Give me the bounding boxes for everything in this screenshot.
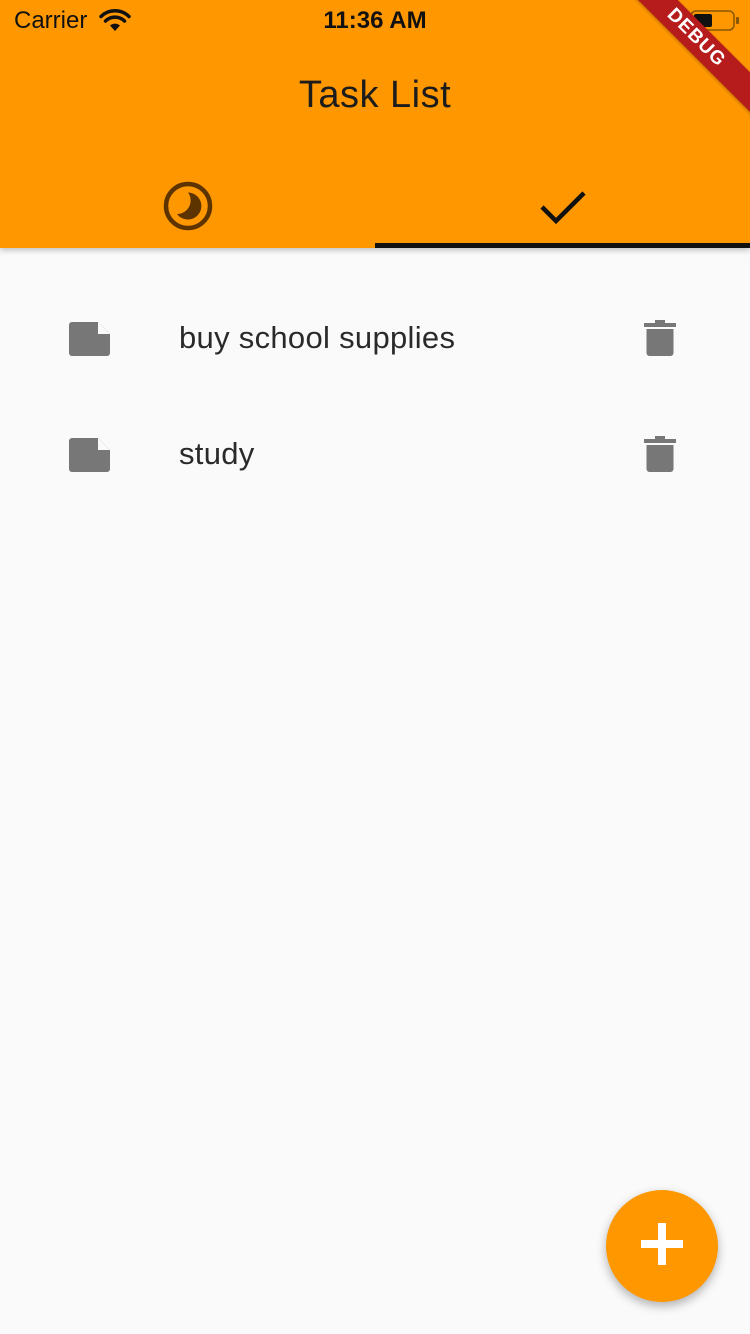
check-icon: [537, 180, 589, 237]
task-label: study: [179, 436, 255, 471]
task-list: buy school supplies study: [0, 280, 750, 512]
delete-icon[interactable]: [644, 436, 676, 477]
tab-completed[interactable]: [375, 180, 750, 248]
delete-icon[interactable]: [644, 320, 676, 361]
tab-indicator: [375, 243, 750, 248]
note-icon: [69, 322, 111, 361]
list-item[interactable]: buy school supplies: [0, 280, 750, 396]
list-item[interactable]: study: [0, 396, 750, 512]
status-time: 11:36 AM: [323, 7, 427, 34]
page-title: Task List: [298, 74, 452, 116]
tab-in-progress[interactable]: [0, 180, 375, 248]
app-bar: Carrier 11:36 AM Task List: [0, 0, 750, 248]
note-icon: [69, 438, 111, 477]
add-icon: [641, 1222, 683, 1270]
task-label: buy school supplies: [179, 320, 456, 355]
pie-chart-icon: [162, 180, 214, 237]
status-bar: Carrier 11:36 AM: [0, 0, 750, 40]
add-task-button[interactable]: [606, 1190, 718, 1302]
